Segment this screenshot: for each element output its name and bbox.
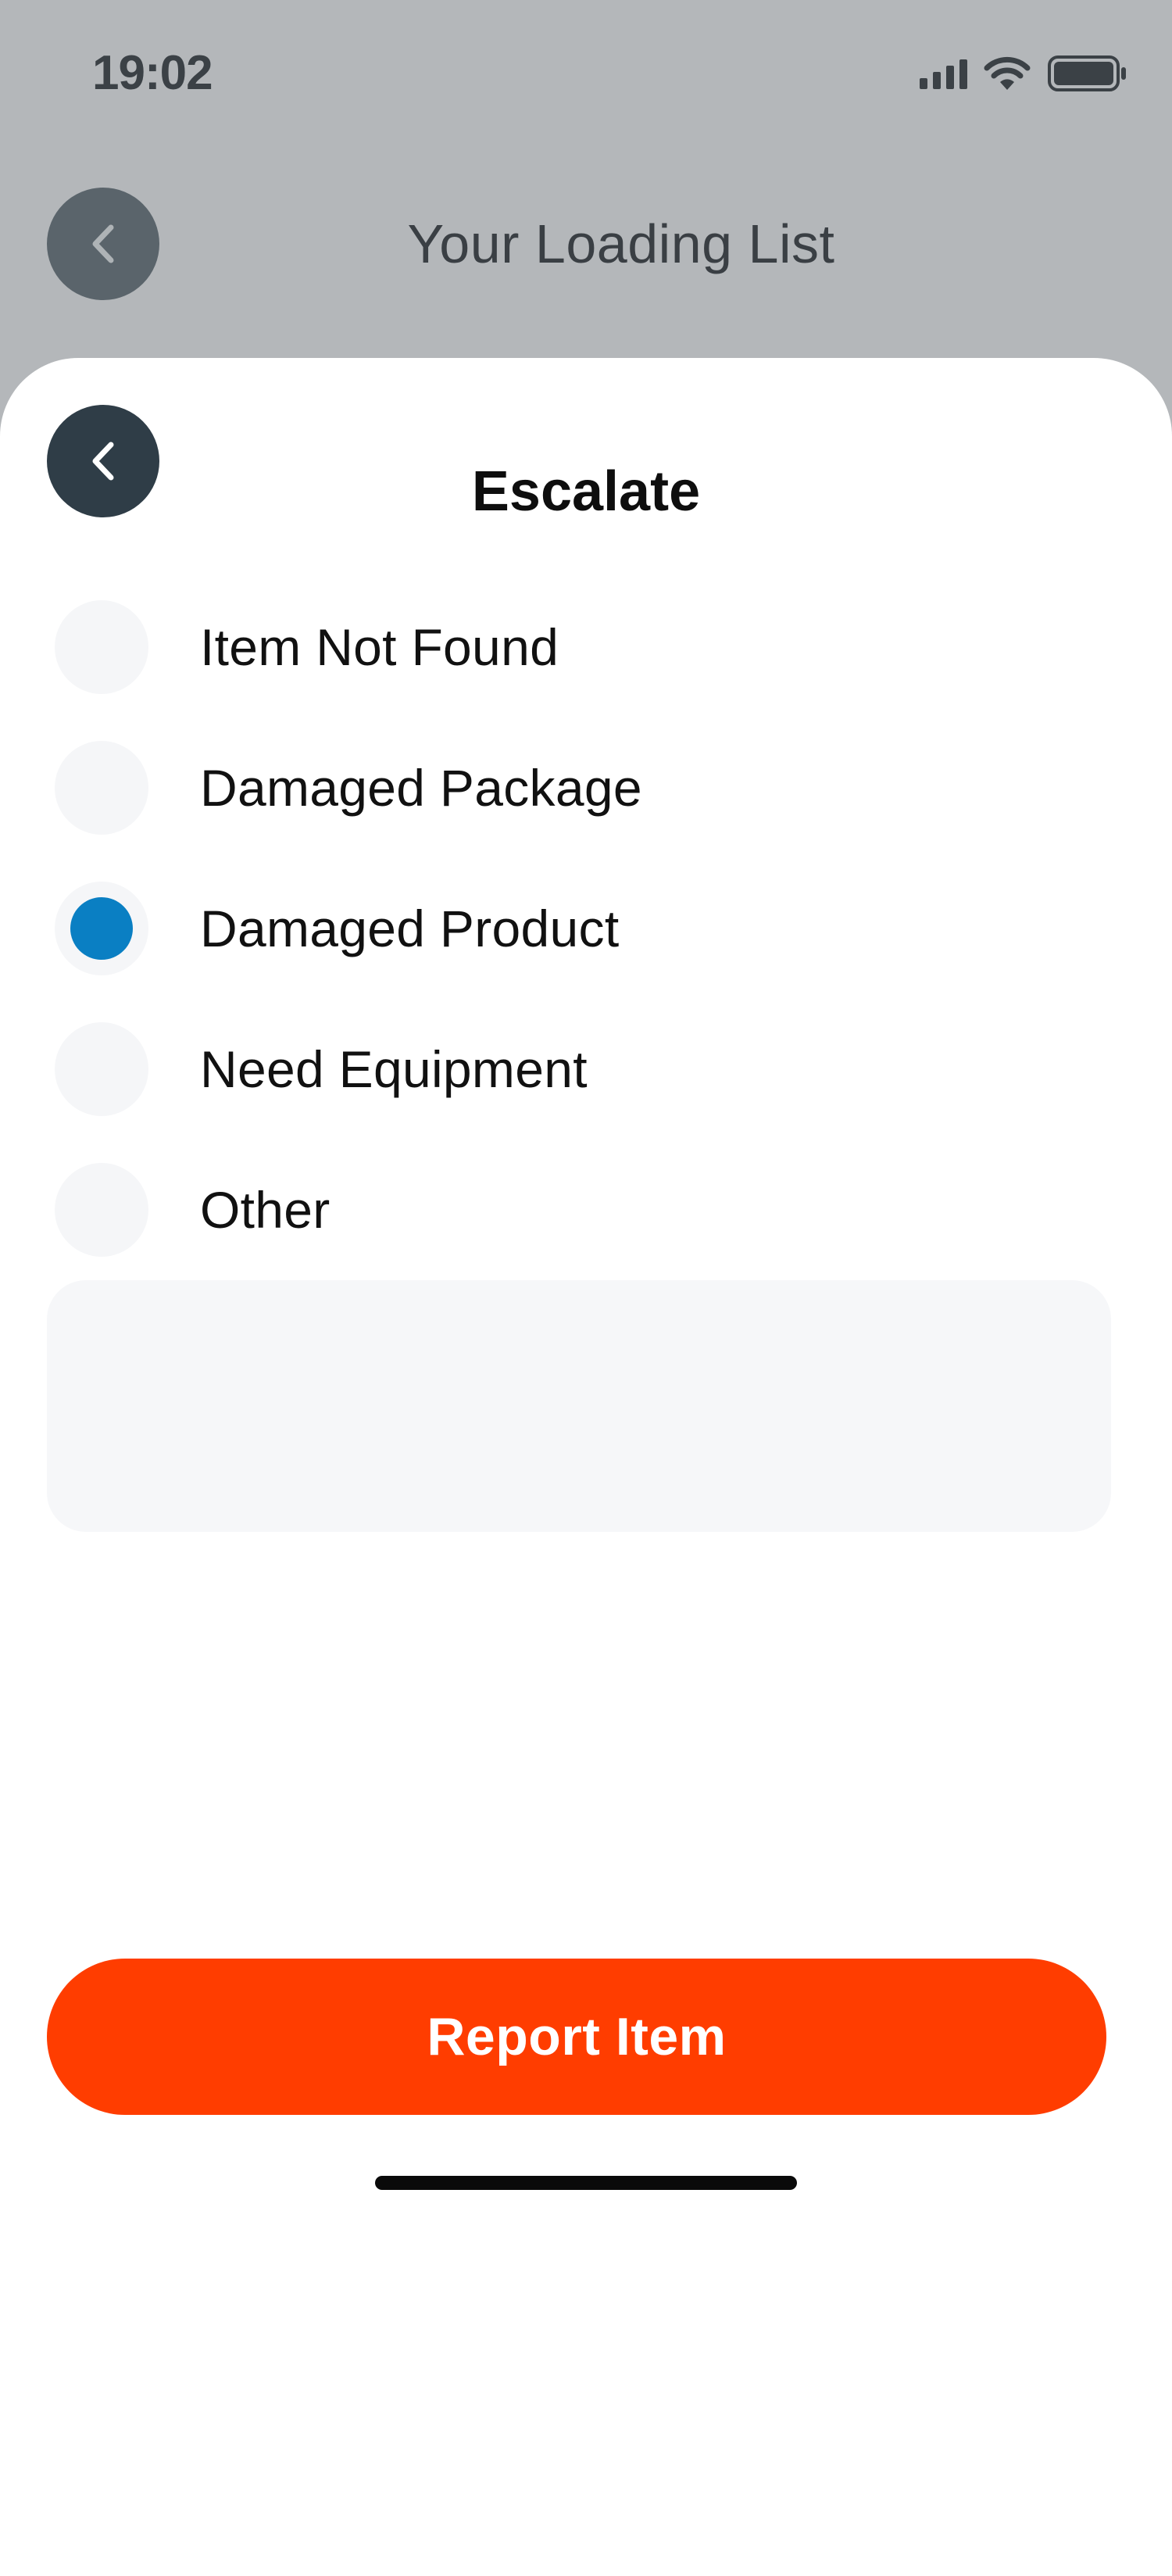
radio-selected-dot (70, 897, 133, 960)
signal-icon (920, 58, 967, 89)
radio-button-selected[interactable] (55, 882, 148, 975)
home-indicator (375, 2176, 797, 2190)
radio-button[interactable] (55, 1163, 148, 1257)
option-label: Other (200, 1181, 331, 1239)
battery-icon (1047, 54, 1128, 93)
radio-button[interactable] (55, 1022, 148, 1116)
report-item-button[interactable]: Report Item (47, 1959, 1106, 2115)
escalation-options: Item Not Found Damaged Package Damaged P… (55, 577, 1117, 1280)
page-title: Your Loading List (407, 213, 835, 274)
status-icons (920, 52, 1128, 95)
escalation-note-input[interactable] (47, 1280, 1111, 1532)
radio-button[interactable] (55, 600, 148, 694)
option-item-not-found[interactable]: Item Not Found (55, 577, 1117, 717)
sheet-title: Escalate (471, 460, 701, 523)
option-need-equipment[interactable]: Need Equipment (55, 999, 1117, 1140)
radio-button[interactable] (55, 741, 148, 835)
option-damaged-package[interactable]: Damaged Package (55, 717, 1117, 858)
status-time: 19:02 (92, 46, 213, 100)
option-damaged-product[interactable]: Damaged Product (55, 858, 1117, 999)
background-header: Your Loading List (0, 180, 1172, 305)
option-label: Need Equipment (200, 1040, 588, 1098)
option-label: Damaged Product (200, 900, 620, 957)
wifi-icon (983, 55, 1031, 91)
option-label: Item Not Found (200, 618, 559, 676)
option-other[interactable]: Other (55, 1140, 1117, 1280)
option-label: Damaged Package (200, 759, 642, 817)
escalate-sheet: Escalate Item Not Found Damaged Package … (0, 358, 1172, 2576)
status-bar: 19:02 (0, 0, 1172, 141)
